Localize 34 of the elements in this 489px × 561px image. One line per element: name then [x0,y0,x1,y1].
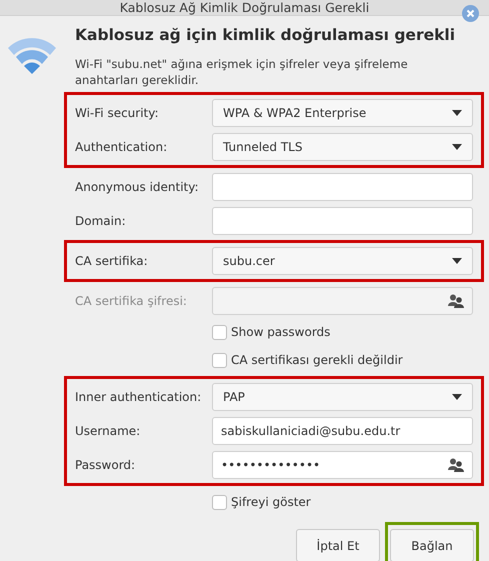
window-title: Kablosuz Ağ Kimlik Doğrulaması Gerekli [120,0,370,15]
dropdown[interactable]: WPA & WPA2 Enterprise [212,99,473,127]
checkbox[interactable]: Show passwords [212,324,473,340]
dropdown[interactable]: Tunneled TLS [212,133,473,161]
input-field[interactable]: sabiskullaniciadi@subu.edu.tr [212,417,473,445]
dialog-heading: Kablosuz ağ için kimlik doğrulaması gerekli [75,26,456,44]
dialog-button[interactable]: Bağlan [390,529,474,561]
checkbox[interactable]: CA sertifikası gerekli değildir [212,352,473,368]
description-text: Wi-Fi "subu.net" ağına erişmek için şifreler veya şifreleme anahtarları gereklidir. [75,56,409,88]
field-label: Wi-Fi security: [75,106,160,120]
field-label: Domain: [75,214,127,228]
people-icon [448,294,464,308]
wifi-icon [8,38,56,74]
field-label: Inner authentication: [75,390,202,404]
password-field[interactable]: •••••••••••••• [212,451,473,479]
dropdown-arrow-icon [452,110,462,116]
input-field[interactable] [212,207,473,235]
field-label: Password: [75,458,136,472]
field-label: CA sertifika: [75,254,149,268]
dropdown-arrow-icon [452,258,462,264]
dropdown-arrow-icon [452,394,462,400]
people-icon [448,458,464,472]
close-icon[interactable] [462,5,479,22]
field-label: Anonymous identity: [75,180,200,194]
dialog-button[interactable]: İptal Et [296,529,380,561]
dropdown[interactable]: PAP [212,383,473,411]
field-label: Authentication: [75,140,168,154]
dropdown-arrow-icon [452,144,462,150]
field-label: Username: [75,424,142,438]
dropdown[interactable]: subu.cer [212,247,473,275]
input-field[interactable] [212,173,473,201]
field-label: CA sertifika şifresi: [75,294,188,308]
password-field[interactable] [212,287,473,315]
checkbox[interactable]: Şifreyi göster [212,494,473,510]
